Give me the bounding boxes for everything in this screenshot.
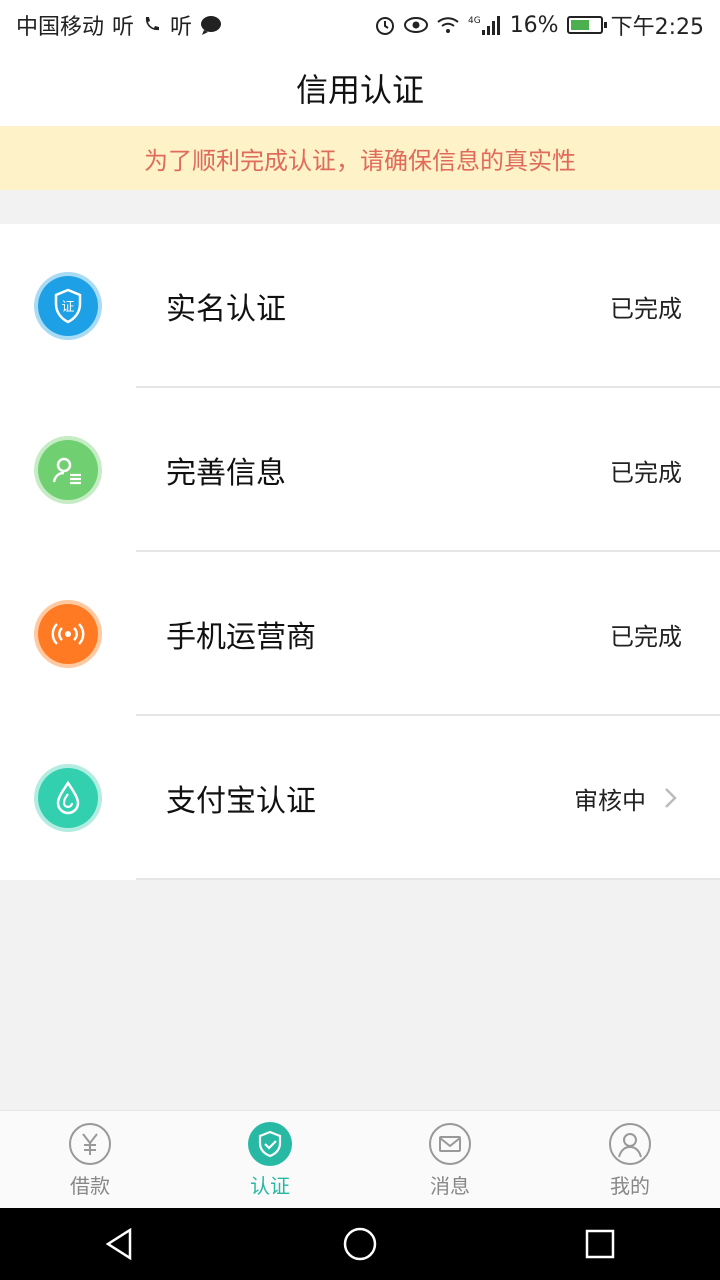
mail-icon — [428, 1122, 472, 1166]
status-value: 已完成 — [610, 622, 682, 651]
shield-check-icon — [248, 1121, 292, 1166]
divider — [136, 878, 720, 880]
list-item-carrier[interactable]: 手机运营商 已完成 — [0, 552, 720, 716]
recents-square-icon — [585, 1229, 615, 1259]
clock: 下午2:25 — [610, 15, 704, 40]
carrier-name: 中国移动 — [16, 15, 105, 40]
home-button[interactable] — [330, 1214, 390, 1274]
tab-verify[interactable]: 认证 — [180, 1111, 360, 1209]
tab-label: 认证 — [250, 1173, 290, 1198]
system-nav-bar — [0, 1208, 720, 1280]
recents-button[interactable] — [570, 1214, 630, 1274]
tab-messages[interactable]: 消息 — [360, 1111, 540, 1209]
bottom-tab-bar: 借款 认证 消息 我的 — [0, 1110, 720, 1209]
eye-icon — [403, 16, 428, 34]
chat-bubble-icon — [200, 15, 222, 35]
network-label: 4G — [468, 16, 481, 26]
list-item-complete-info[interactable]: 完善信息 已完成 — [0, 388, 720, 552]
battery-icon — [566, 16, 607, 34]
list-item-label: 支付宝认证 — [166, 784, 316, 819]
status-text: 审核中 — [574, 781, 682, 816]
tab-loan[interactable]: 借款 — [0, 1111, 180, 1209]
tab-mine[interactable]: 我的 — [540, 1111, 720, 1209]
verification-list: 证 实名认证 已完成 完善信息 已完成 手机运营商 已完成 支付宝认证 审核中 — [0, 224, 720, 880]
status-bar: 中国移动 听 听 4G 16% 下午2:25 — [0, 0, 720, 50]
tab-label: 我的 — [610, 1173, 650, 1198]
list-item-alipay[interactable]: 支付宝认证 审核中 — [0, 716, 720, 880]
back-button[interactable] — [90, 1214, 150, 1274]
alarm-icon — [374, 14, 396, 36]
notice-banner: 为了顺利完成认证，请确保信息的真实性 — [0, 126, 720, 190]
notice-text: 为了顺利完成认证，请确保信息的真实性 — [144, 146, 576, 175]
chevron-right-icon — [665, 788, 677, 808]
list-item-real-name[interactable]: 证 实名认证 已完成 — [0, 224, 720, 388]
listen-icon: 听 — [112, 15, 135, 40]
user-info-icon — [38, 440, 98, 500]
signal-4g-icon: 4G — [468, 14, 502, 36]
tab-label: 消息 — [430, 1173, 470, 1198]
listen-icon: 听 — [170, 15, 193, 40]
page-title: 信用认证 — [295, 71, 424, 109]
back-triangle-icon — [105, 1227, 132, 1261]
yuan-icon — [68, 1122, 112, 1166]
status-value: 已完成 — [610, 294, 682, 323]
status-text: 已完成 — [610, 453, 682, 488]
list-item-label: 完善信息 — [166, 456, 286, 491]
status-right: 4G 16% 下午2:25 — [374, 9, 704, 41]
id-shield-icon: 证 — [38, 276, 98, 336]
status-value: 审核中 — [574, 786, 646, 815]
signal-icon — [38, 604, 98, 664]
svg-text:证: 证 — [61, 300, 74, 315]
status-left: 中国移动 听 听 — [16, 9, 222, 41]
status-text: 已完成 — [610, 617, 682, 652]
status-value: 已完成 — [610, 458, 682, 487]
user-icon — [608, 1122, 652, 1166]
tab-label: 借款 — [70, 1173, 110, 1198]
wifi-icon — [436, 15, 460, 35]
alipay-icon — [38, 768, 98, 828]
home-circle-icon — [343, 1227, 377, 1261]
battery-fill — [570, 20, 589, 30]
app-header: 信用认证 — [0, 50, 720, 126]
status-text: 已完成 — [610, 289, 682, 324]
list-item-label: 手机运营商 — [166, 620, 316, 655]
battery-percent: 16% — [509, 12, 559, 38]
list-item-label: 实名认证 — [166, 292, 286, 327]
phone-icon — [142, 15, 162, 35]
